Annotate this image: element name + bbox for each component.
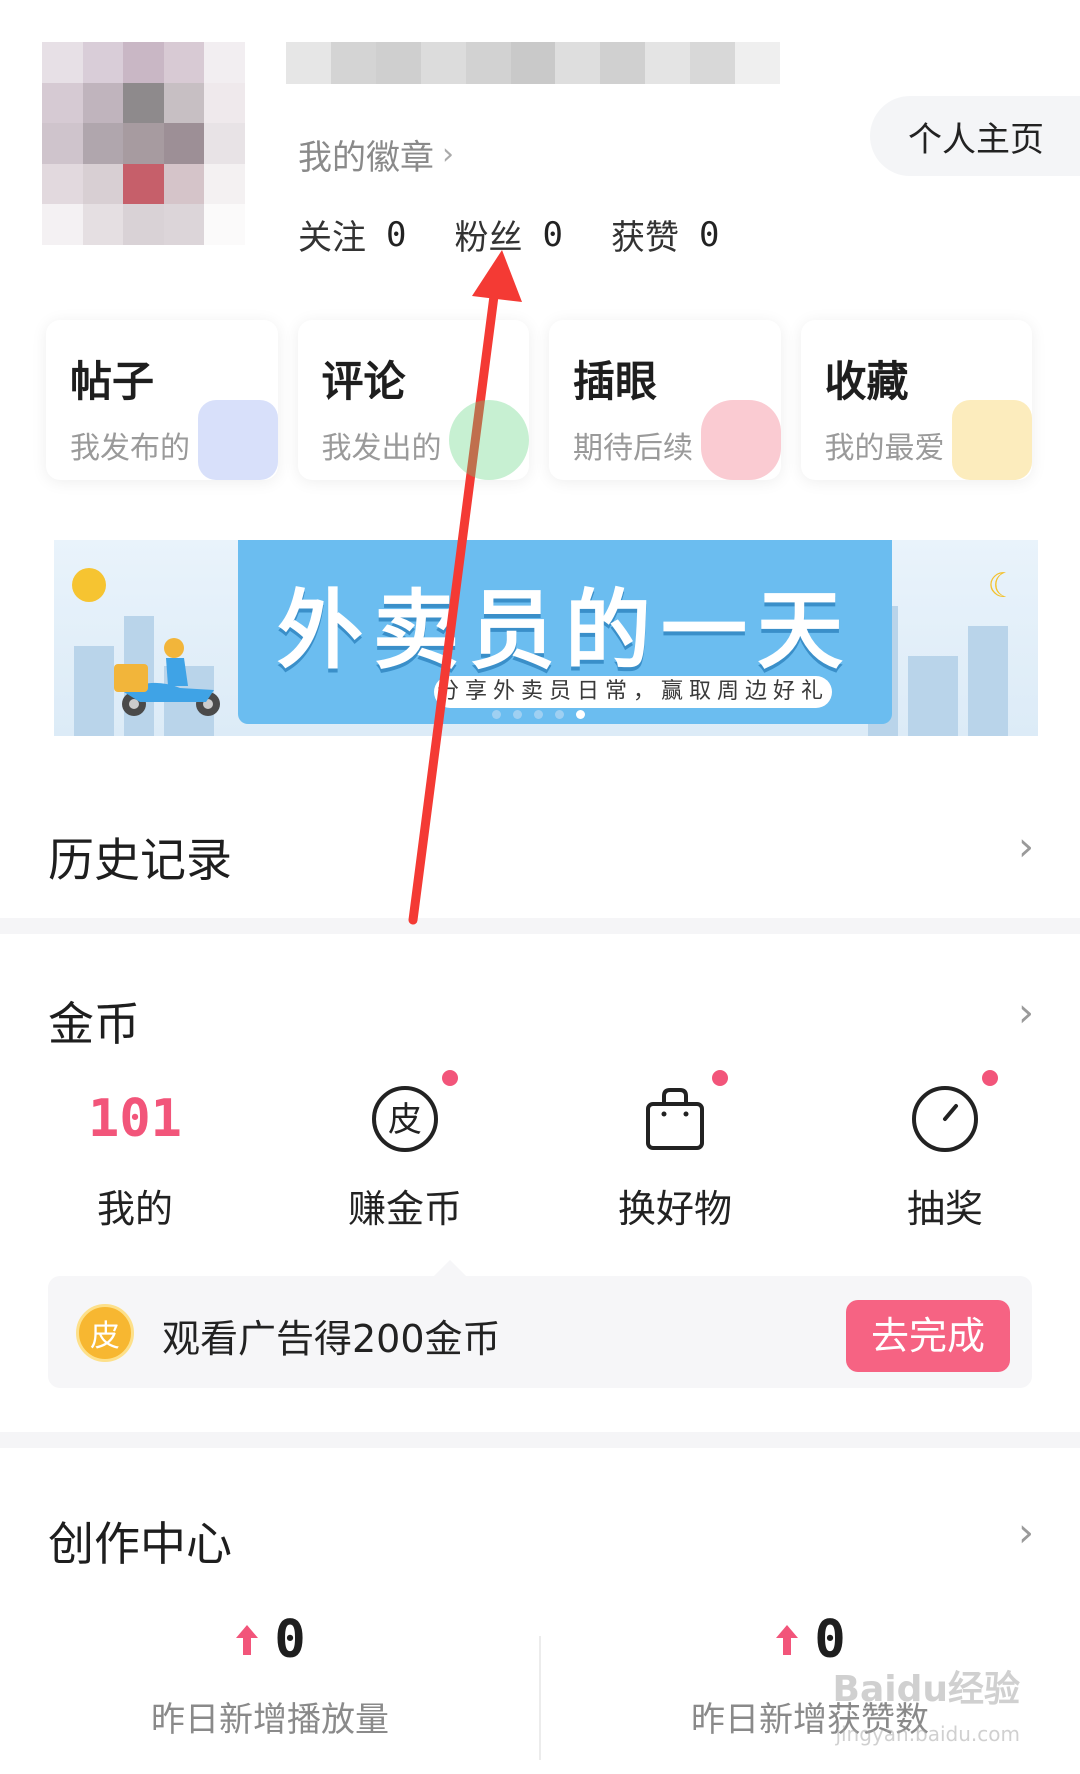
history-row[interactable]: 历史记录 ›: [0, 790, 1080, 910]
city-skyline: [74, 646, 114, 736]
card-posts[interactable]: 帖子 我发布的: [46, 320, 278, 480]
coins-header[interactable]: 金币 ›: [0, 960, 1080, 1060]
stat-fans[interactable]: 粉丝 0: [454, 210, 562, 259]
coin-task: 皮 观看广告得200金币 去完成: [48, 1260, 1032, 1388]
city-skyline: [908, 656, 958, 736]
stat-value: 0: [698, 214, 720, 255]
task-pointer: [434, 1260, 466, 1276]
arrow-up-icon: [776, 1625, 799, 1655]
card-title: 帖子: [70, 357, 155, 406]
coin-item-label: 赚金币: [347, 1187, 462, 1231]
coin-item-label: 我的: [96, 1187, 173, 1231]
card-title: 评论: [321, 357, 406, 406]
redeem-goods[interactable]: 换好物: [540, 1070, 810, 1240]
card-title: 插眼: [573, 357, 658, 406]
section-divider: [0, 918, 1080, 934]
metric-value: 0: [274, 1610, 306, 1670]
card-comments[interactable]: 评论 我发出的: [297, 320, 529, 480]
coin-item-label: 抽奖: [906, 1187, 983, 1231]
notification-dot: [712, 1070, 728, 1086]
coin-actions: 101 我的 皮 赚金币 换好物 抽奖: [0, 1070, 1080, 1240]
badge-link[interactable]: 我的徽章 ›: [298, 130, 454, 179]
card-favorites[interactable]: 收藏 我的最爱: [800, 320, 1032, 480]
stat-value: 0: [386, 214, 407, 255]
coin-balance[interactable]: 101 我的: [0, 1080, 270, 1240]
card-bookmarks[interactable]: 插眼 期待后续: [549, 320, 781, 480]
stat-label: 粉丝: [454, 218, 523, 258]
chevron-right-icon: ›: [1018, 1510, 1034, 1556]
card-subtitle: 我发布的: [70, 431, 190, 466]
history-title: 历史记录: [48, 833, 232, 887]
timer-dial-icon: [912, 1086, 978, 1152]
carousel-dots[interactable]: [492, 710, 585, 719]
avatar[interactable]: [42, 42, 245, 245]
earn-coins[interactable]: 皮 赚金币: [270, 1070, 540, 1240]
notification-dot: [442, 1070, 458, 1086]
stat-label: 获赞: [610, 218, 679, 258]
sun-icon: [72, 568, 106, 602]
promo-banner[interactable]: ☾ 外卖员的一天 分享外卖员日常，赢取周边好礼: [54, 540, 1038, 736]
creation-title: 创作中心: [48, 1517, 232, 1571]
moon-icon: ☾: [987, 566, 1018, 606]
metric-plays[interactable]: 0 昨日新增播放量: [0, 1610, 540, 1770]
svg-text:皮: 皮: [388, 1100, 422, 1140]
metric-label: 昨日新增播放量: [151, 1700, 389, 1740]
card-title: 收藏: [824, 357, 909, 406]
section-divider: [0, 1432, 1080, 1448]
card-subtitle: 我的最爱: [824, 431, 945, 466]
card-subtitle: 期待后续: [573, 431, 693, 466]
chevron-right-icon: ›: [1018, 824, 1034, 870]
badge-label: 我的徽章: [298, 138, 434, 178]
complete-task-button[interactable]: 去完成: [846, 1300, 1010, 1372]
stat-likes[interactable]: 获赞 0: [611, 210, 719, 259]
chevron-right-icon: ›: [1018, 990, 1034, 1036]
city-skyline: [968, 626, 1008, 736]
username-blurred: [286, 42, 780, 84]
stat-value: 0: [542, 214, 563, 255]
stat-following[interactable]: 关注 0: [298, 210, 406, 259]
carousel-dot[interactable]: [513, 710, 522, 719]
banner-subtitle: 分享外卖员日常，赢取周边好礼: [434, 676, 832, 708]
chevron-right-icon: ›: [442, 137, 454, 172]
baidu-watermark: Baidu经验: [832, 1669, 1020, 1710]
content-cards: 帖子 我发布的 评论 我发出的 插眼 期待后续 收藏 我的最爱: [46, 320, 1032, 480]
banner-title: 外卖员的一天: [277, 581, 853, 681]
metrics-divider: [539, 1636, 541, 1760]
pi-coin-icon: 皮: [372, 1086, 438, 1152]
carousel-dot[interactable]: [534, 710, 543, 719]
carousel-dot[interactable]: [555, 710, 564, 719]
coins-title: 金币: [48, 997, 140, 1051]
baidu-watermark-url: jingyan.baidu.com: [835, 1722, 1020, 1746]
card-subtitle: 我发出的: [321, 431, 442, 466]
arrow-up-icon: [236, 1625, 259, 1655]
notification-dot: [982, 1070, 998, 1086]
creation-header[interactable]: 创作中心 ›: [0, 1480, 1080, 1580]
task-description: 观看广告得200金币: [162, 1317, 501, 1361]
shopping-bag-icon: [646, 1088, 704, 1150]
delivery-scooter-icon: [114, 638, 220, 716]
carousel-dot[interactable]: [492, 710, 501, 719]
carousel-dot-active[interactable]: [576, 710, 585, 719]
lottery[interactable]: 抽奖: [810, 1070, 1080, 1240]
pi-coin-icon: 皮: [76, 1304, 134, 1362]
coin-balance-value: 101: [88, 1089, 182, 1149]
coin-item-label: 换好物: [617, 1187, 732, 1231]
profile-stats: 关注 0 粉丝 0 获赞 0: [298, 210, 719, 259]
stat-label: 关注: [298, 218, 366, 258]
profile-button[interactable]: 个人主页: [870, 96, 1080, 176]
